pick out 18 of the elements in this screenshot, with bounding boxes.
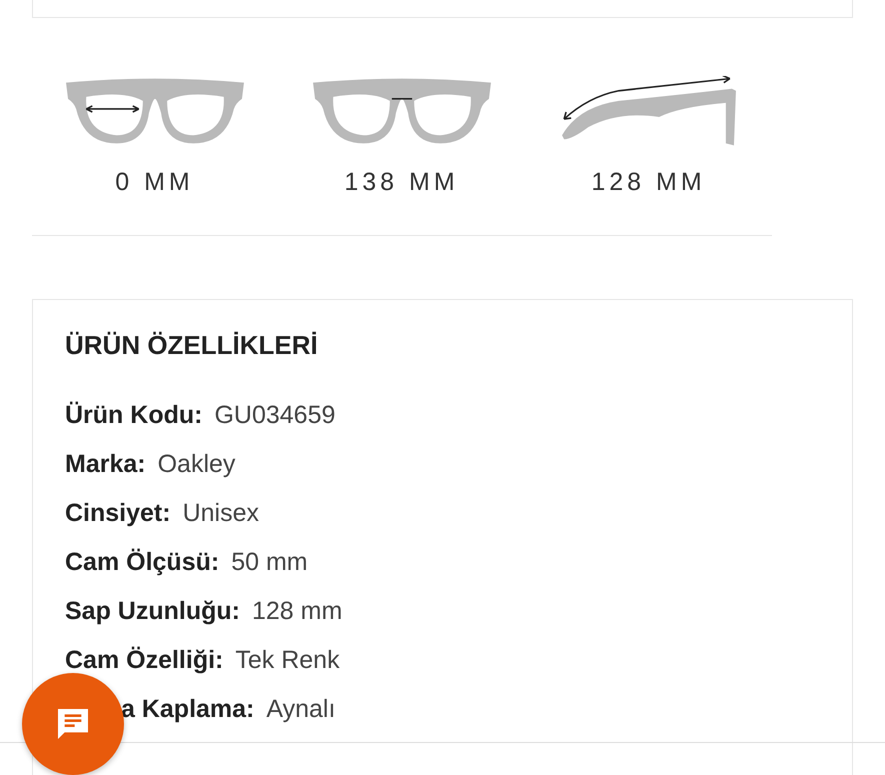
measurement-label: 0 MM bbox=[115, 168, 194, 197]
feature-value: 128 mm bbox=[252, 597, 342, 626]
feature-label: Cam Ölçüsü: bbox=[65, 548, 220, 577]
feature-label: Cinsiyet: bbox=[65, 499, 171, 528]
feature-label: Cam Özelliği: bbox=[65, 646, 224, 675]
feature-label: Sap Uzunluğu: bbox=[65, 597, 240, 626]
measurement-label: 128 MM bbox=[591, 168, 706, 197]
feature-value: 50 mm bbox=[231, 548, 308, 577]
feature-value: Tek Renk bbox=[235, 646, 340, 675]
feature-value: Aynalı bbox=[266, 695, 336, 724]
measurement-label: 138 MM bbox=[344, 168, 459, 197]
feature-value: Oakley bbox=[158, 450, 236, 479]
feature-value: Unisex bbox=[182, 499, 260, 528]
section-title: ÜRÜN ÖZELLİKLERİ bbox=[65, 330, 319, 361]
feature-value: GU034659 bbox=[214, 401, 336, 430]
feature-label: Marka: bbox=[65, 450, 146, 479]
feature-label: a Kaplama: bbox=[121, 695, 254, 724]
feature-label: Ürün Kodu: bbox=[65, 401, 202, 430]
